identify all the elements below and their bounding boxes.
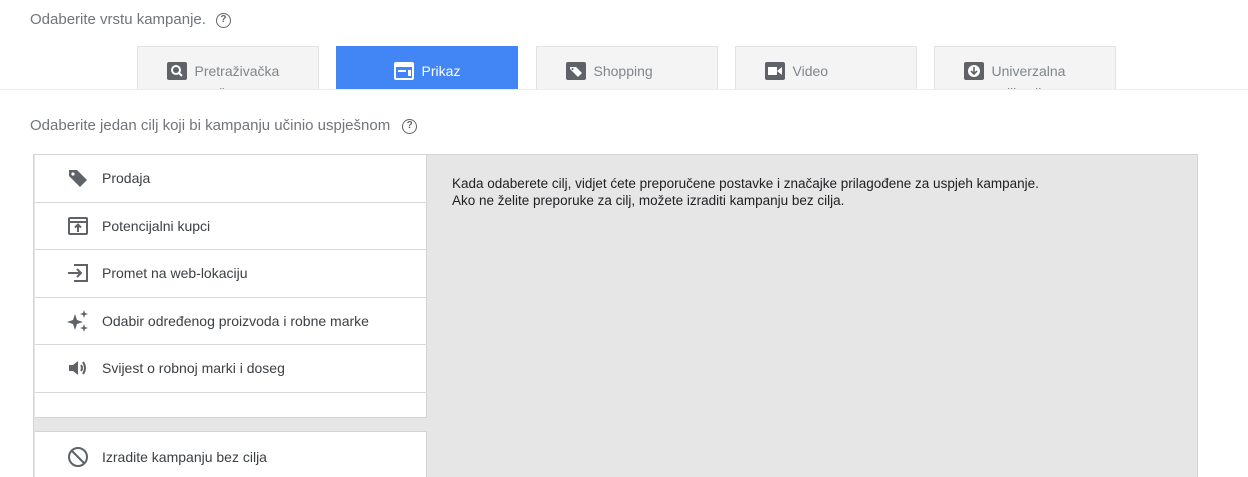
block-icon bbox=[68, 446, 88, 467]
tab-universal-app-label: Univerzalna aplikacija bbox=[991, 63, 1066, 89]
video-icon bbox=[764, 62, 785, 80]
help-icon[interactable]: ? bbox=[215, 12, 231, 28]
tab-shopping-label: Shopping bbox=[593, 63, 653, 79]
campaign-type-label: Odaberite vrstu kampanje.? bbox=[30, 11, 231, 28]
goal-item-leads[interactable]: Potencijalni kupci bbox=[35, 203, 426, 250]
tab-video[interactable]: Video bbox=[735, 46, 917, 89]
no-goal-option[interactable]: Izradite kampanju bez cilja bbox=[35, 431, 427, 477]
goal-item-label: Promet na web-lokaciju bbox=[102, 265, 248, 282]
download-icon bbox=[963, 62, 984, 80]
campaign-type-label-text: Odaberite vrstu kampanje. bbox=[30, 11, 206, 28]
tab-search-label: Pretraživačka mreža bbox=[194, 63, 280, 89]
goal-info: Kada odaberete cilj, vidjet ćete preporu… bbox=[452, 175, 1039, 209]
goal-item-website-traffic[interactable]: Promet na web-lokaciju bbox=[35, 250, 426, 298]
tab-universal-app[interactable]: Univerzalna aplikacija bbox=[934, 46, 1116, 89]
tag-icon bbox=[565, 62, 586, 80]
goal-label-text: Odaberite jedan cilj koji bi kampanju uč… bbox=[30, 117, 391, 134]
speaker-icon bbox=[69, 361, 86, 376]
goal-info-line: Kada odaberete cilj, vidjet ćete preporu… bbox=[452, 176, 1039, 191]
website-traffic-icon bbox=[68, 264, 88, 283]
tab-display-label: Prikaz bbox=[421, 63, 461, 79]
goal-item-sales[interactable]: Prodaja bbox=[35, 155, 426, 203]
help-icon[interactable]: ? bbox=[402, 118, 418, 134]
goal-item-label: Odabir određenog proizvoda i robne marke bbox=[102, 312, 369, 329]
goal-item-label: Potencijalni kupci bbox=[102, 217, 211, 234]
tab-video-label: Video bbox=[792, 63, 829, 79]
no-goal-label: Izradite kampanju bez cilja bbox=[102, 448, 267, 465]
campaign-type-tabs: Pretraživačka mreža Prikaz Shopping bbox=[0, 46, 1248, 90]
goal-info-line: Ako ne želite preporuke za cilj, možete … bbox=[452, 193, 845, 208]
display-icon bbox=[393, 62, 414, 80]
goal-item-label: Svijest o robnoj marki i doseg bbox=[102, 360, 285, 377]
goal-item-label: Prodaja bbox=[102, 170, 151, 187]
tab-display[interactable]: Prikaz bbox=[336, 46, 518, 89]
leads-icon bbox=[68, 216, 88, 235]
goal-panel: Prodaja Potencijalni kupci Promet na web… bbox=[33, 154, 1198, 477]
goal-item-product-brand[interactable]: Odabir određenog proizvoda i robne marke bbox=[35, 298, 426, 345]
sparkle-icon bbox=[67, 309, 88, 332]
goal-list: Prodaja Potencijalni kupci Promet na web… bbox=[35, 155, 427, 418]
goal-list-spacer bbox=[35, 393, 426, 417]
goal-label: Odaberite jedan cilj koji bi kampanju uč… bbox=[30, 117, 418, 134]
search-icon bbox=[166, 62, 187, 80]
goal-item-brand-awareness[interactable]: Svijest o robnoj marki i doseg bbox=[35, 345, 426, 393]
tag-icon bbox=[69, 170, 87, 188]
tab-search[interactable]: Pretraživačka mreža bbox=[137, 46, 319, 89]
tab-shopping[interactable]: Shopping bbox=[536, 46, 718, 89]
